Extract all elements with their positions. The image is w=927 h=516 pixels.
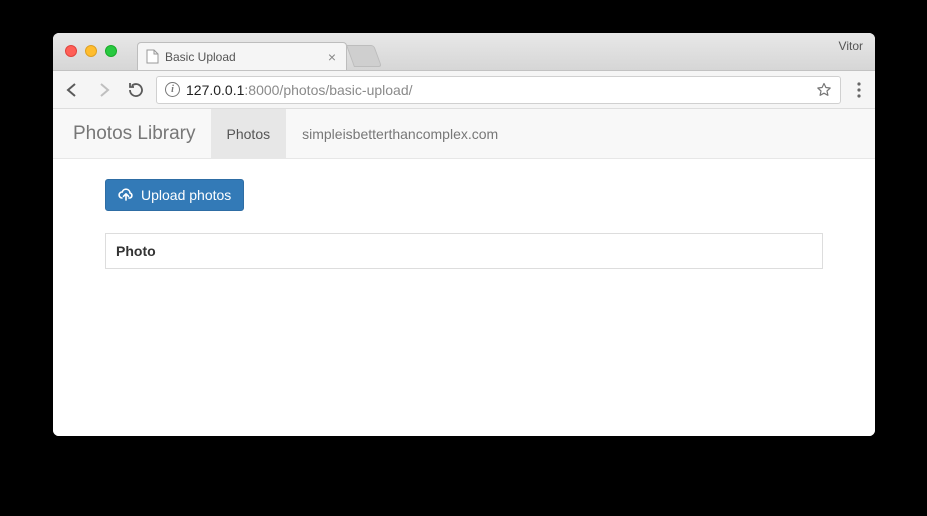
tab-title: Basic Upload (165, 50, 326, 64)
url-path: :8000/photos/basic-upload/ (244, 82, 412, 98)
new-tab-button[interactable] (346, 45, 382, 67)
page-content: Photos Library Photos simpleisbetterthan… (53, 109, 875, 436)
page-icon (146, 49, 159, 64)
bookmark-star-icon[interactable] (816, 82, 832, 98)
tab-strip: Basic Upload × (137, 33, 378, 70)
site-info-icon[interactable]: i (165, 82, 180, 97)
address-bar[interactable]: i 127.0.0.1:8000/photos/basic-upload/ (156, 76, 841, 104)
table-header-row: Photo (106, 234, 823, 269)
back-button[interactable] (63, 81, 81, 99)
window-controls (53, 33, 117, 57)
browser-toolbar: i 127.0.0.1:8000/photos/basic-upload/ (53, 71, 875, 109)
upload-photos-button[interactable]: Upload photos (105, 179, 244, 211)
upload-button-label: Upload photos (141, 187, 231, 203)
page-body: Upload photos Photo (53, 159, 875, 289)
reload-button[interactable] (127, 81, 144, 98)
url-host: 127.0.0.1 (186, 82, 244, 98)
nav-buttons (63, 81, 144, 99)
table-header-photo: Photo (106, 234, 823, 269)
browser-menu-button[interactable] (853, 82, 865, 98)
window-close-button[interactable] (65, 45, 77, 57)
cloud-upload-icon (118, 188, 134, 202)
browser-tab[interactable]: Basic Upload × (137, 42, 347, 70)
photos-table: Photo (105, 233, 823, 269)
forward-button (95, 81, 113, 99)
profile-name: Vitor (839, 39, 863, 53)
window-titlebar: Basic Upload × Vitor (53, 33, 875, 71)
tab-close-button[interactable]: × (326, 48, 338, 66)
nav-item-photos[interactable]: Photos (211, 109, 287, 158)
app-navbar: Photos Library Photos simpleisbetterthan… (53, 109, 875, 159)
navbar-brand[interactable]: Photos Library (73, 109, 211, 158)
window-maximize-button[interactable] (105, 45, 117, 57)
window-minimize-button[interactable] (85, 45, 97, 57)
browser-window: Basic Upload × Vitor i 127.0.0.1:8000/ph… (53, 33, 875, 436)
url-text: 127.0.0.1:8000/photos/basic-upload/ (186, 82, 413, 98)
nav-item-external[interactable]: simpleisbetterthancomplex.com (286, 109, 514, 158)
